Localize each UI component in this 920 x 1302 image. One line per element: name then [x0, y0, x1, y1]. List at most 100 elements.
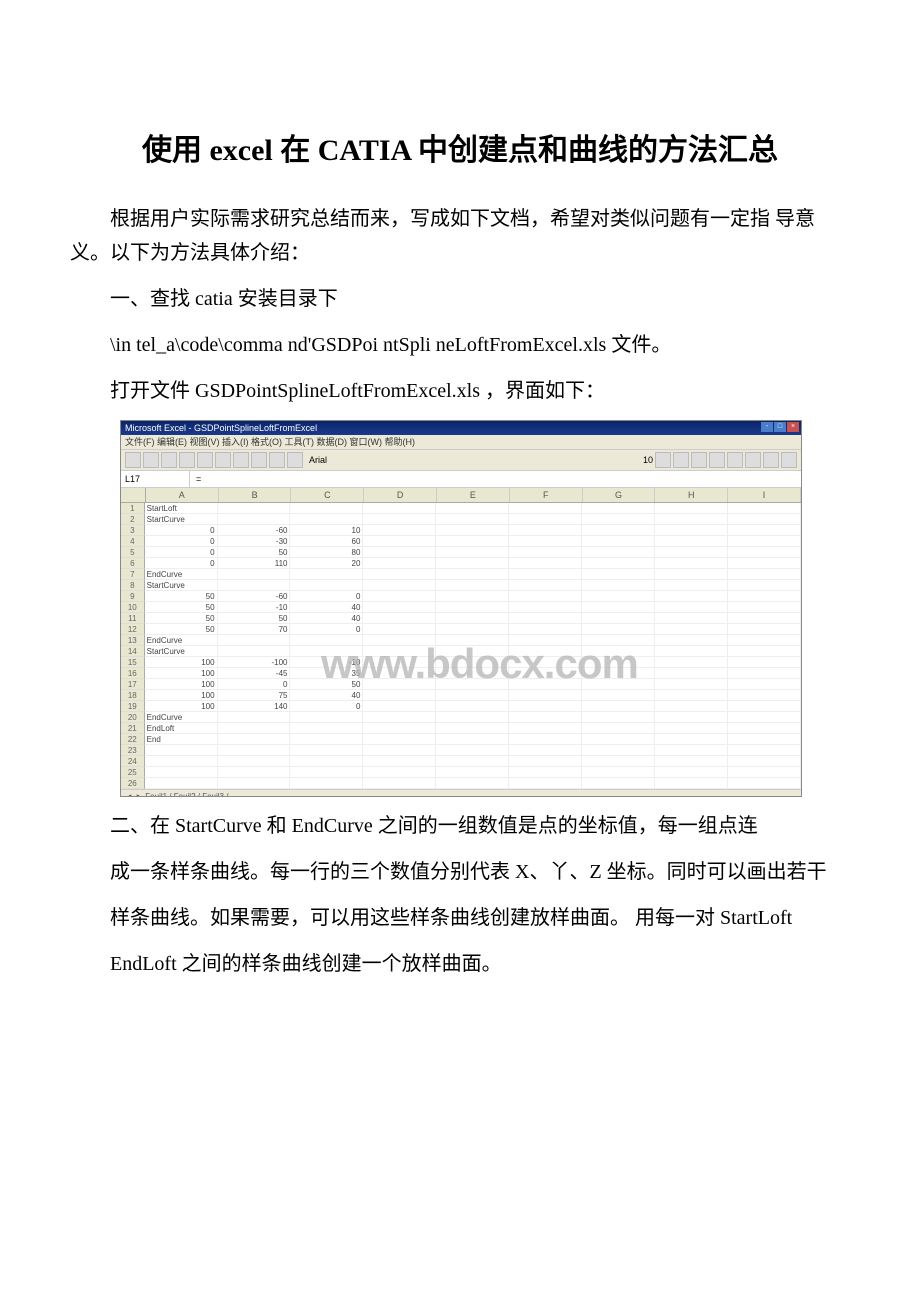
- font-size-select[interactable]: 10: [643, 455, 653, 465]
- column-header[interactable]: G: [583, 488, 656, 502]
- cell[interactable]: -10: [290, 657, 363, 668]
- table-row[interactable]: 21EndLoft: [121, 723, 801, 734]
- excel-grid[interactable]: ABCDEFGHI 1StartLoft2StartCurve30-601040…: [121, 488, 801, 789]
- column-header[interactable]: I: [728, 488, 801, 502]
- cell[interactable]: 35: [290, 668, 363, 679]
- cell[interactable]: 100: [145, 668, 218, 679]
- cell[interactable]: [363, 602, 436, 613]
- save-icon[interactable]: [161, 452, 177, 468]
- cell[interactable]: [509, 613, 582, 624]
- cell[interactable]: 100: [145, 690, 218, 701]
- cell[interactable]: 50: [145, 613, 218, 624]
- formula-bar[interactable]: L17 =: [121, 471, 801, 488]
- cell[interactable]: [436, 558, 509, 569]
- cell[interactable]: [728, 778, 801, 789]
- cell[interactable]: [363, 580, 436, 591]
- cell[interactable]: [363, 514, 436, 525]
- select-all-corner[interactable]: [121, 488, 146, 502]
- table-row[interactable]: 24: [121, 756, 801, 767]
- cell[interactable]: -45: [218, 668, 291, 679]
- cell[interactable]: 0: [218, 679, 291, 690]
- cell[interactable]: [290, 745, 363, 756]
- sheet-tabs[interactable]: ◄ ► Feuil1 / Feuil2 / Feuil3 /: [121, 789, 801, 797]
- row-number[interactable]: 14: [121, 646, 145, 657]
- cell[interactable]: -60: [218, 591, 291, 602]
- cell[interactable]: [436, 745, 509, 756]
- cell[interactable]: [582, 723, 655, 734]
- minimize-icon[interactable]: -: [761, 422, 773, 432]
- table-row[interactable]: 505080: [121, 547, 801, 558]
- maximize-icon[interactable]: □: [774, 422, 786, 432]
- cell[interactable]: [218, 569, 291, 580]
- cell[interactable]: [655, 745, 728, 756]
- cell[interactable]: [582, 624, 655, 635]
- cell[interactable]: 70: [218, 624, 291, 635]
- cell[interactable]: [509, 679, 582, 690]
- fill-color-icon[interactable]: [763, 452, 779, 468]
- cell[interactable]: [655, 679, 728, 690]
- row-number[interactable]: 8: [121, 580, 145, 591]
- cell[interactable]: [728, 580, 801, 591]
- cell[interactable]: [290, 569, 363, 580]
- cell[interactable]: 110: [218, 558, 291, 569]
- cell[interactable]: 50: [290, 679, 363, 690]
- cell[interactable]: [509, 558, 582, 569]
- table-row[interactable]: 1250700: [121, 624, 801, 635]
- cell[interactable]: [290, 580, 363, 591]
- cell[interactable]: 20: [290, 558, 363, 569]
- table-row[interactable]: 1StartLoft: [121, 503, 801, 514]
- cell[interactable]: [363, 613, 436, 624]
- row-number[interactable]: 3: [121, 525, 145, 536]
- table-row[interactable]: 16100-4535: [121, 668, 801, 679]
- table-row[interactable]: 8StartCurve: [121, 580, 801, 591]
- row-number[interactable]: 6: [121, 558, 145, 569]
- open-file-icon[interactable]: [143, 452, 159, 468]
- cell[interactable]: [363, 657, 436, 668]
- row-number[interactable]: 2: [121, 514, 145, 525]
- cell[interactable]: [582, 569, 655, 580]
- cell[interactable]: [436, 613, 509, 624]
- cell[interactable]: [655, 657, 728, 668]
- cell[interactable]: [728, 745, 801, 756]
- cell[interactable]: [509, 580, 582, 591]
- row-number[interactable]: 22: [121, 734, 145, 745]
- cell[interactable]: [728, 525, 801, 536]
- cell[interactable]: [655, 723, 728, 734]
- cell[interactable]: [363, 536, 436, 547]
- cell[interactable]: [436, 701, 509, 712]
- table-row[interactable]: 181007540: [121, 690, 801, 701]
- row-number[interactable]: 11: [121, 613, 145, 624]
- cell[interactable]: 100: [145, 657, 218, 668]
- cell[interactable]: [728, 657, 801, 668]
- cell[interactable]: 50: [218, 547, 291, 558]
- cell[interactable]: [655, 624, 728, 635]
- cell[interactable]: [218, 734, 291, 745]
- column-header[interactable]: C: [291, 488, 364, 502]
- cell[interactable]: -30: [218, 536, 291, 547]
- cell[interactable]: 75: [218, 690, 291, 701]
- cell[interactable]: [436, 668, 509, 679]
- cell[interactable]: [363, 778, 436, 789]
- cell[interactable]: [290, 734, 363, 745]
- excel-toolbar[interactable]: Arial 10: [121, 450, 801, 471]
- cell[interactable]: [436, 525, 509, 536]
- cell[interactable]: [655, 613, 728, 624]
- table-row[interactable]: 6011020: [121, 558, 801, 569]
- cell[interactable]: [363, 624, 436, 635]
- row-number[interactable]: 26: [121, 778, 145, 789]
- cell[interactable]: [218, 646, 291, 657]
- column-header[interactable]: A: [146, 488, 219, 502]
- cell[interactable]: [436, 767, 509, 778]
- copy-icon[interactable]: [215, 452, 231, 468]
- cell[interactable]: 100: [145, 679, 218, 690]
- row-number[interactable]: 1: [121, 503, 145, 514]
- cell[interactable]: [145, 778, 218, 789]
- cell[interactable]: [218, 635, 291, 646]
- print-icon[interactable]: [179, 452, 195, 468]
- cell[interactable]: [582, 503, 655, 514]
- cell[interactable]: [436, 580, 509, 591]
- table-row[interactable]: 15100-100-10: [121, 657, 801, 668]
- cell[interactable]: [290, 778, 363, 789]
- sheet-tab-list[interactable]: Feuil1 / Feuil2 / Feuil3 /: [145, 792, 228, 797]
- cell[interactable]: [509, 778, 582, 789]
